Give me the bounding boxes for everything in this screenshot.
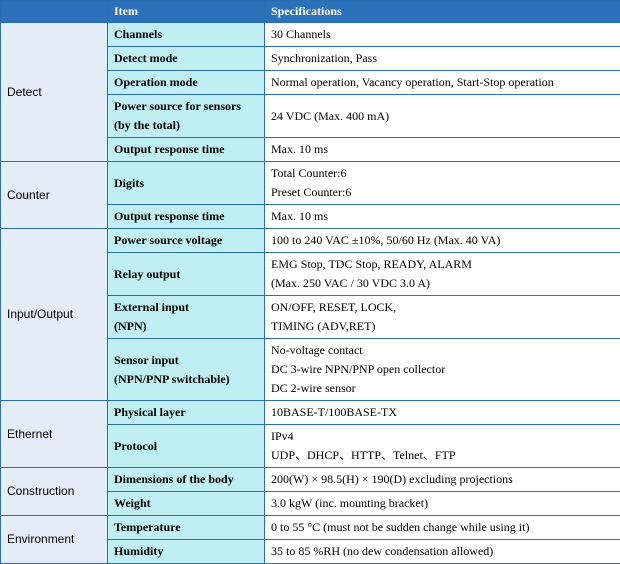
item-cell: Channels [108, 23, 265, 47]
spec-line: 24 VDC (Max. 400 mA) [271, 107, 614, 126]
spec-line: DC 2-wire sensor [271, 379, 614, 398]
spec-line: 0 to 55 °C (must not be sudden change wh… [271, 518, 614, 537]
spec-line: 3.0 kgW (inc. mounting bracket) [271, 494, 614, 513]
spec-line: No-voltage contact [271, 341, 614, 360]
category-cell: Detect [1, 23, 108, 162]
spec-line: 200(W) × 98.5(H) × 190(D) excluding proj… [271, 470, 614, 489]
spec-line: 10BASE-T/100BASE-TX [271, 403, 614, 422]
spec-line: Normal operation, Vacancy operation, Sta… [271, 73, 614, 92]
table-row: EnvironmentTemperature0 to 55 °C (must n… [1, 516, 620, 540]
item-label-line: Dimensions of the body [114, 470, 258, 489]
spec-line: Total Counter:6 [271, 164, 614, 183]
spec-cell: EMG Stop, TDC Stop, READY, ALARM(Max. 25… [265, 253, 620, 296]
item-label-line: (NPN) [114, 317, 258, 336]
item-label-line: Operation mode [114, 73, 258, 92]
item-label-line: Humidity [114, 542, 258, 561]
spec-cell: Max. 10 ms [265, 205, 620, 229]
item-label-line: Physical layer [114, 403, 258, 422]
header-specifications: Specifications [265, 1, 620, 23]
item-label-line: Power source voltage [114, 231, 258, 250]
spec-cell: 10BASE-T/100BASE-TX [265, 401, 620, 425]
header-category [1, 1, 108, 23]
spec-cell: Normal operation, Vacancy operation, Sta… [265, 71, 620, 95]
spec-line: UDP、DHCP、HTTP、Telnet、FTP [271, 446, 614, 465]
item-cell: Relay output [108, 253, 265, 296]
spec-cell: 30 Channels [265, 23, 620, 47]
spec-line: DC 3-wire NPN/PNP open collector [271, 360, 614, 379]
item-cell: Output response time [108, 138, 265, 162]
table-row: CounterDigitsTotal Counter:6Preset Count… [1, 162, 620, 205]
item-cell: Sensor input(NPN/PNP switchable) [108, 339, 265, 401]
spec-line: Max. 10 ms [271, 207, 614, 226]
item-label-line: Power source for sensors [114, 97, 258, 116]
spec-line: IPv4 [271, 427, 614, 446]
spec-line: Max. 10 ms [271, 140, 614, 159]
spec-line: TIMING (ADV,RET) [271, 317, 614, 336]
item-label-line: Relay output [114, 265, 258, 284]
spec-cell: Max. 10 ms [265, 138, 620, 162]
category-cell: Ethernet [1, 401, 108, 468]
spec-line: (Max. 250 VAC / 30 VDC 3.0 A) [271, 274, 614, 293]
specifications-table: Item Specifications Detect Channels 30 Cha… [0, 0, 620, 564]
category-cell: Environment [1, 516, 108, 564]
item-cell: Power source for sensors(by the total) [108, 95, 265, 138]
table-row: EthernetPhysical layer10BASE-T/100BASE-T… [1, 401, 620, 425]
spec-cell: Total Counter:6Preset Counter:6 [265, 162, 620, 205]
item-cell: Protocol [108, 425, 265, 468]
spec-line: EMG Stop, TDC Stop, READY, ALARM [271, 255, 614, 274]
spec-cell: 100 to 240 VAC ±10%, 50/60 Hz (Max. 40 V… [265, 229, 620, 253]
spec-cell: 0 to 55 °C (must not be sudden change wh… [265, 516, 620, 540]
item-cell: Output response time [108, 205, 265, 229]
spec-cell: 24 VDC (Max. 400 mA) [265, 95, 620, 138]
spec-cell: 3.0 kgW (inc. mounting bracket) [265, 492, 620, 516]
table-body: Detect Channels 30 Channels Detect mode Sync… [1, 23, 620, 564]
item-cell: Weight [108, 492, 265, 516]
item-label-line: Sensor input [114, 351, 258, 370]
spec-cell: 200(W) × 98.5(H) × 190(D) excluding proj… [265, 468, 620, 492]
item-cell: Power source voltage [108, 229, 265, 253]
spec-cell: IPv4UDP、DHCP、HTTP、Telnet、FTP [265, 425, 620, 468]
item-label-line: Output response time [114, 140, 258, 159]
item-label-line: Digits [114, 174, 258, 193]
category-cell: Counter [1, 162, 108, 229]
item-label-line: Weight [114, 494, 258, 513]
item-label-line: Temperature [114, 518, 258, 537]
item-cell: Operation mode [108, 71, 265, 95]
spec-line: Synchronization, Pass [271, 49, 614, 68]
item-cell: Detect mode [108, 47, 265, 71]
spec-line: Preset Counter:6 [271, 183, 614, 202]
header-item: Item [108, 1, 265, 23]
spec-line: 30 Channels [271, 25, 614, 44]
item-cell: Humidity [108, 540, 265, 564]
spec-line: 100 to 240 VAC ±10%, 50/60 Hz (Max. 40 V… [271, 231, 614, 250]
item-label-line: (NPN/PNP switchable) [114, 370, 258, 389]
spec-cell: ON/OFF, RESET, LOCK,TIMING (ADV,RET) [265, 296, 620, 339]
spec-line: ON/OFF, RESET, LOCK, [271, 298, 614, 317]
table-row: Input/OutputPower source voltage100 to 2… [1, 229, 620, 253]
item-cell: External input(NPN) [108, 296, 265, 339]
header-row: Item Specifications [1, 1, 620, 23]
table-header: Item Specifications [1, 1, 620, 23]
item-label-line: External input [114, 298, 258, 317]
item-label-line: Protocol [114, 437, 258, 456]
item-label-line: Channels [114, 25, 258, 44]
item-cell: Digits [108, 162, 265, 205]
spec-cell: No-voltage contactDC 3-wire NPN/PNP open… [265, 339, 620, 401]
category-cell: Construction [1, 468, 108, 516]
item-label-line: Detect mode [114, 49, 258, 68]
spec-cell: Synchronization, Pass [265, 47, 620, 71]
item-label-line: Output response time [114, 207, 258, 226]
table-row: DetectChannels30 Channels [1, 23, 620, 47]
item-cell: Dimensions of the body [108, 468, 265, 492]
item-cell: Physical layer [108, 401, 265, 425]
spec-cell: 35 to 85 %RH (no dew condensation allowe… [265, 540, 620, 564]
category-cell: Input/Output [1, 229, 108, 401]
table-row: ConstructionDimensions of the body200(W)… [1, 468, 620, 492]
item-label-line: (by the total) [114, 116, 258, 135]
item-cell: Temperature [108, 516, 265, 540]
spec-line: 35 to 85 %RH (no dew condensation allowe… [271, 542, 614, 561]
